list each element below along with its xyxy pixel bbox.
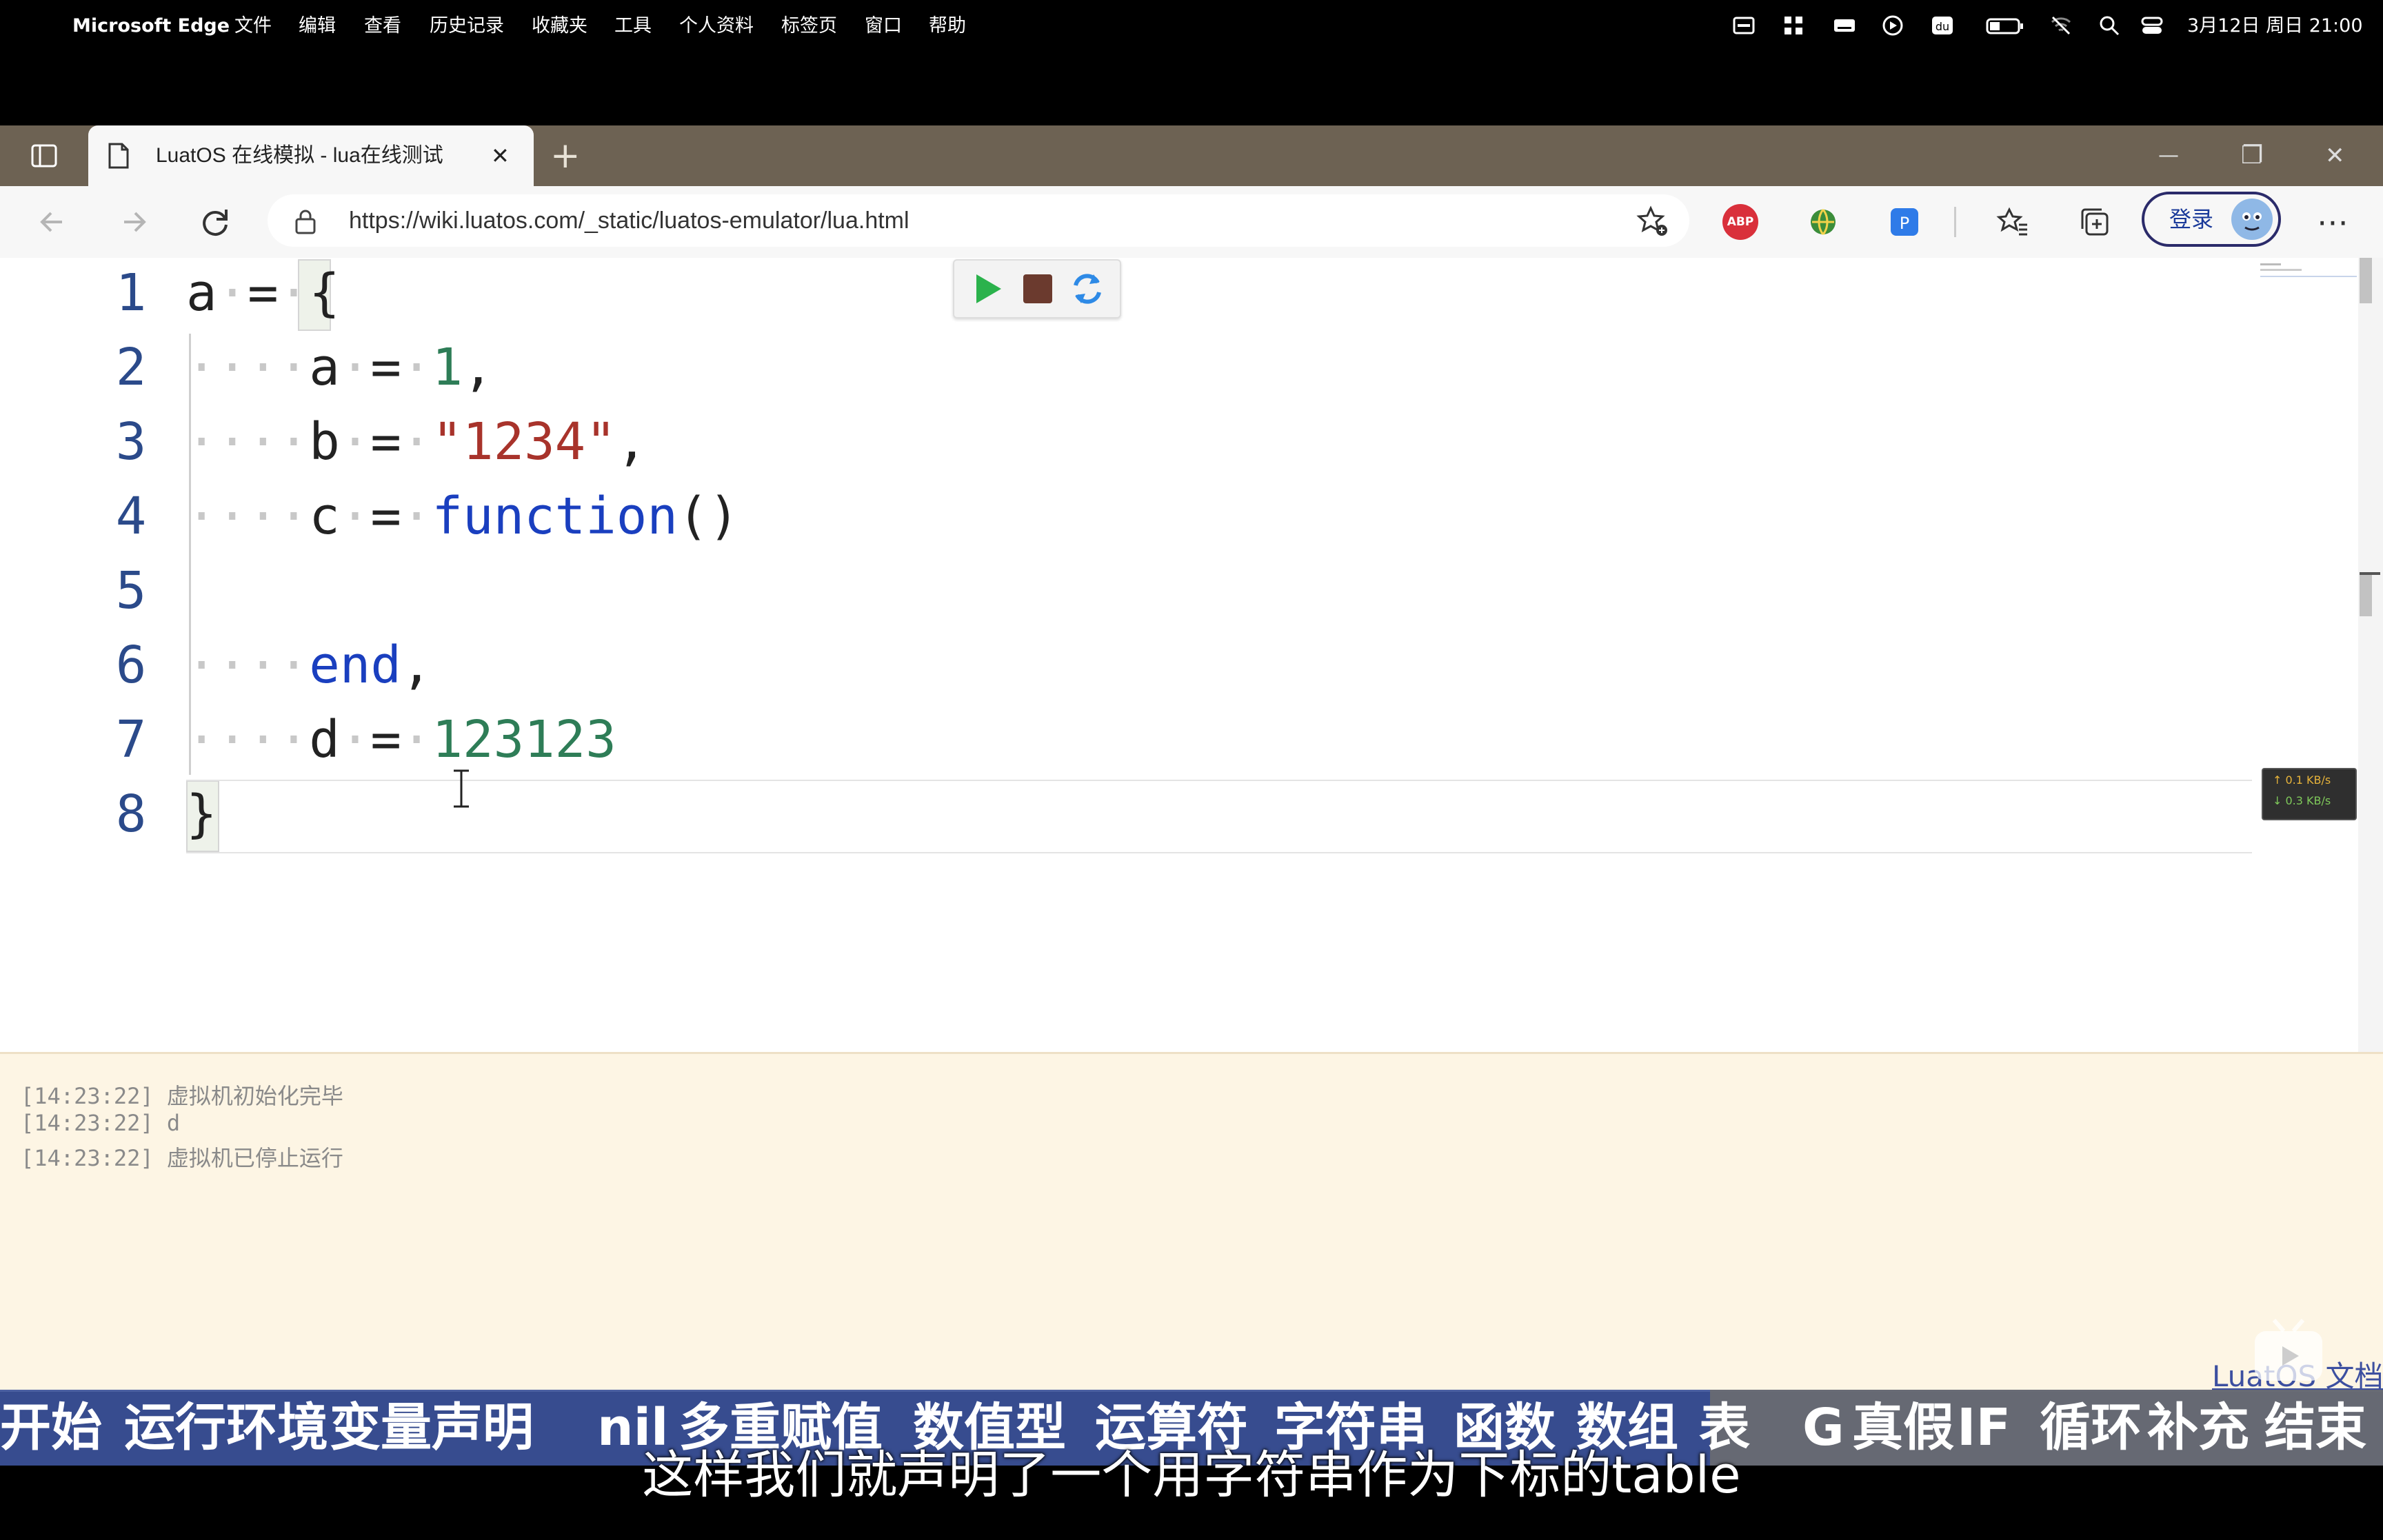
play-circle-icon[interactable] — [1881, 14, 1904, 37]
new-tab-button[interactable]: + — [550, 125, 581, 186]
tab-active[interactable]: LuatOS 在线模拟 - lua在线测试 ✕ — [88, 125, 534, 186]
console-output: [14:23:22] 虚拟机初始化完毕 [14:23:22] d [14:23:… — [0, 1052, 2383, 1393]
reload-icon[interactable] — [1069, 270, 1106, 307]
favorites-icon[interactable] — [1995, 204, 2031, 240]
run-controls — [953, 259, 1121, 318]
text-cursor-icon — [454, 769, 469, 808]
wifi-off-icon[interactable] — [2049, 14, 2073, 37]
window-close-button[interactable]: ✕ — [2325, 125, 2345, 186]
code-line-8[interactable]: } — [186, 784, 217, 844]
line-number: 2 — [115, 338, 147, 397]
log-line: [14:23:22] d — [21, 1110, 181, 1136]
window-restore-button[interactable]: ❐ — [2241, 125, 2263, 186]
menu-history[interactable]: 历史记录 — [430, 0, 504, 52]
video-subtitle: 这样我们就声明了一个用字符串作为下标的table — [642, 1446, 1741, 1505]
menu-favorites[interactable]: 收藏夹 — [532, 0, 587, 52]
menu-edit[interactable]: 编辑 — [299, 0, 336, 52]
tab-close-icon[interactable]: ✕ — [491, 125, 510, 186]
spotlight-search-icon[interactable] — [2098, 14, 2121, 37]
menu-view[interactable]: 查看 — [364, 0, 401, 52]
code-line-4[interactable]: ····c·=·function() — [186, 487, 739, 546]
menu-clock[interactable]: 3月12日 周日 21:00 — [2187, 0, 2363, 52]
collections-icon[interactable] — [2077, 204, 2113, 240]
toolbar-divider — [1954, 207, 1956, 237]
line-number: 8 — [115, 784, 147, 844]
vertical-scrollbar[interactable] — [2358, 258, 2383, 1052]
refresh-icon[interactable] — [197, 204, 233, 240]
svg-text:du: du — [1935, 20, 1949, 33]
page-icon — [108, 143, 129, 169]
forward-arrow-icon[interactable] — [116, 204, 152, 240]
indent-guide — [189, 334, 191, 775]
more-options-button[interactable]: ⋯ — [2317, 186, 2349, 258]
adblock-extension-icon[interactable]: ABP — [1722, 204, 1758, 240]
line-number: 1 — [115, 263, 147, 323]
log-line: [14:23:22] 虚拟机初始化完毕 — [21, 1083, 343, 1109]
line-number: 6 — [115, 636, 147, 695]
menu-profile[interactable]: 个人资料 — [679, 0, 754, 52]
menu-file[interactable]: 文件 — [234, 0, 272, 52]
menu-tabs[interactable]: 标签页 — [781, 0, 837, 52]
grid-app-icon[interactable] — [1782, 14, 1805, 37]
url-text[interactable]: https://wiki.luatos.com/_static/luatos-e… — [349, 194, 909, 247]
globe-extension-icon[interactable] — [1805, 204, 1841, 240]
login-label: 登录 — [2169, 206, 2214, 232]
code-editor[interactable]: 1 2 3 4 5 6 7 8 a·=·{ ····a·=·1, ····b·=… — [0, 258, 2383, 1052]
code-line-6[interactable]: ····end, — [186, 636, 432, 695]
line-number: 4 — [115, 487, 147, 546]
mac-menu-bar: Microsoft Edge 文件 编辑 查看 历史记录 收藏夹 工具 个人资料… — [0, 0, 2383, 52]
profile-avatar-icon — [2231, 199, 2273, 240]
code-line-7[interactable]: ····d·=·123123 — [186, 710, 616, 769]
lock-icon[interactable] — [294, 208, 317, 234]
keyboard-icon[interactable] — [1833, 14, 1856, 37]
back-arrow-icon[interactable] — [34, 204, 70, 240]
code-line-3[interactable]: ····b·=·"1234", — [186, 412, 647, 472]
bilibili-watermark-icon — [2255, 1319, 2322, 1381]
menu-help[interactable]: 帮助 — [929, 0, 966, 52]
display-icon[interactable] — [1732, 14, 1756, 37]
translate-extension-icon[interactable]: P — [1887, 204, 1922, 240]
net-download-label: ↓ 0.3 KB/s — [2273, 794, 2331, 807]
code-line-2[interactable]: ····a·=·1, — [186, 338, 494, 397]
login-button[interactable]: 登录 — [2142, 192, 2281, 247]
window-minimize-button[interactable]: — — [2158, 125, 2179, 186]
svg-text:P: P — [1900, 214, 1909, 233]
menu-tools[interactable]: 工具 — [614, 0, 652, 52]
input-method-icon[interactable]: du — [1931, 14, 1954, 37]
network-speed-widget: ↑ 0.1 KB/s ↓ 0.3 KB/s — [2262, 768, 2357, 820]
sidebar-toggle-icon[interactable] — [30, 142, 58, 170]
tab-title: LuatOS 在线模拟 - lua在线测试 — [156, 144, 443, 167]
battery-icon[interactable] — [1986, 14, 2024, 37]
run-play-icon[interactable] — [971, 272, 1005, 306]
line-number: 5 — [115, 561, 147, 620]
line-number: 7 — [115, 710, 147, 769]
active-line-bottom — [186, 852, 2252, 853]
minimap[interactable] — [2256, 261, 2360, 278]
net-upload-label: ↑ 0.1 KB/s — [2273, 773, 2331, 787]
address-bar[interactable]: https://wiki.luatos.com/_static/luatos-e… — [268, 194, 1689, 247]
menu-app-name[interactable]: Microsoft Edge — [72, 0, 230, 52]
stop-icon[interactable] — [1020, 272, 1055, 306]
code-line-1[interactable]: a·=·{ — [186, 263, 340, 323]
log-line: [14:23:22] 虚拟机已停止运行 — [21, 1145, 343, 1171]
control-center-icon[interactable] — [2140, 14, 2164, 37]
menu-window[interactable]: 窗口 — [865, 0, 902, 52]
add-favorite-star-icon[interactable] — [1636, 205, 1669, 237]
line-number: 3 — [115, 412, 147, 472]
active-line-top — [186, 780, 2252, 781]
